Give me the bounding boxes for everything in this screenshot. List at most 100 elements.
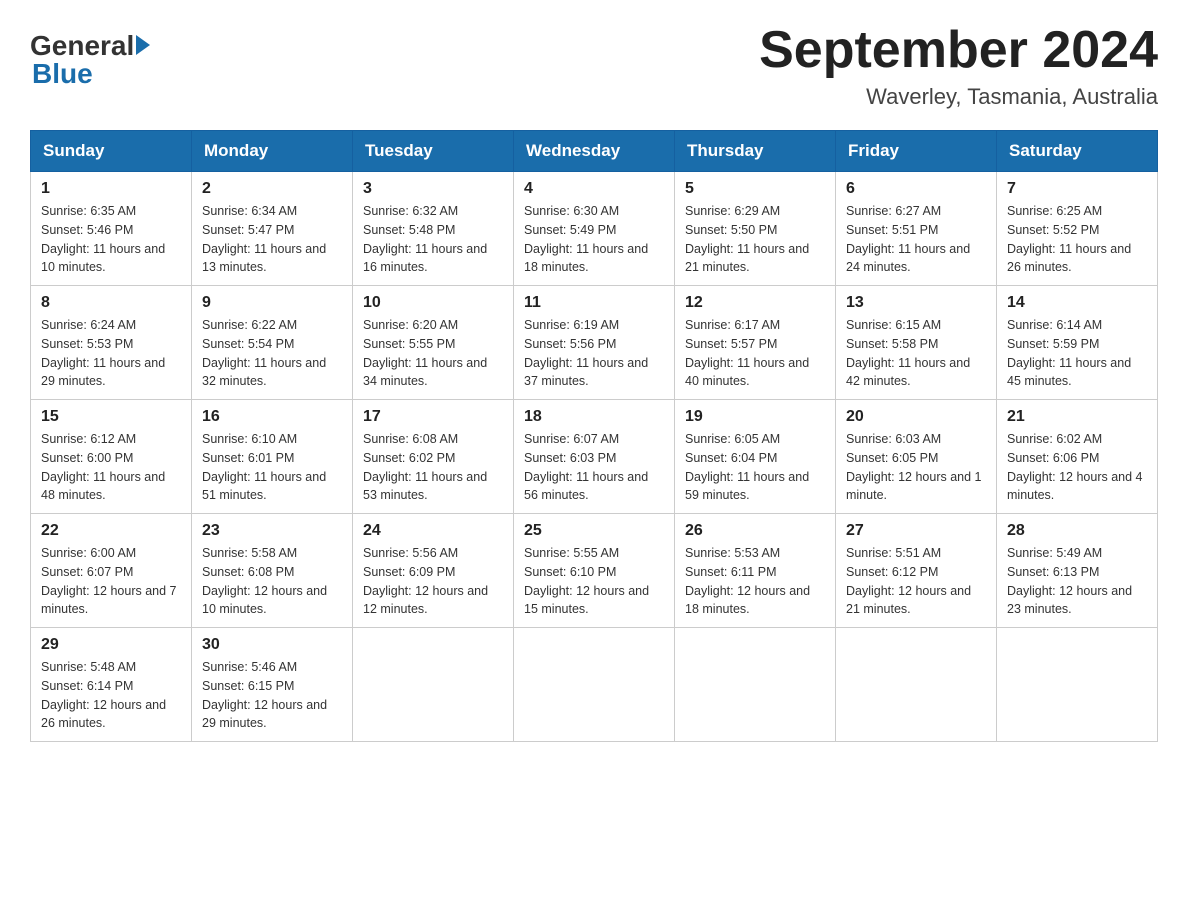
day-info: Sunrise: 6:03 AM Sunset: 6:05 PM Dayligh… xyxy=(846,430,986,505)
day-number: 3 xyxy=(363,180,503,198)
table-row: 29 Sunrise: 5:48 AM Sunset: 6:14 PM Dayl… xyxy=(31,628,192,742)
table-row: 6 Sunrise: 6:27 AM Sunset: 5:51 PM Dayli… xyxy=(836,172,997,286)
day-number: 20 xyxy=(846,408,986,426)
table-row: 2 Sunrise: 6:34 AM Sunset: 5:47 PM Dayli… xyxy=(192,172,353,286)
page-header: General Blue September 2024 Waverley, Ta… xyxy=(30,20,1158,110)
day-number: 27 xyxy=(846,522,986,540)
table-row: 9 Sunrise: 6:22 AM Sunset: 5:54 PM Dayli… xyxy=(192,286,353,400)
header-tuesday: Tuesday xyxy=(353,131,514,172)
day-number: 1 xyxy=(41,180,181,198)
calendar-week-row: 15 Sunrise: 6:12 AM Sunset: 6:00 PM Dayl… xyxy=(31,400,1158,514)
day-number: 9 xyxy=(202,294,342,312)
location-title: Waverley, Tasmania, Australia xyxy=(759,84,1158,110)
day-info: Sunrise: 6:25 AM Sunset: 5:52 PM Dayligh… xyxy=(1007,202,1147,277)
table-row xyxy=(675,628,836,742)
logo: General Blue xyxy=(30,30,150,90)
day-number: 7 xyxy=(1007,180,1147,198)
table-row xyxy=(997,628,1158,742)
calendar-header-row: Sunday Monday Tuesday Wednesday Thursday… xyxy=(31,131,1158,172)
day-number: 25 xyxy=(524,522,664,540)
table-row: 24 Sunrise: 5:56 AM Sunset: 6:09 PM Dayl… xyxy=(353,514,514,628)
header-wednesday: Wednesday xyxy=(514,131,675,172)
calendar-table: Sunday Monday Tuesday Wednesday Thursday… xyxy=(30,130,1158,742)
table-row: 20 Sunrise: 6:03 AM Sunset: 6:05 PM Dayl… xyxy=(836,400,997,514)
day-info: Sunrise: 5:46 AM Sunset: 6:15 PM Dayligh… xyxy=(202,658,342,733)
table-row: 12 Sunrise: 6:17 AM Sunset: 5:57 PM Dayl… xyxy=(675,286,836,400)
day-number: 12 xyxy=(685,294,825,312)
table-row: 11 Sunrise: 6:19 AM Sunset: 5:56 PM Dayl… xyxy=(514,286,675,400)
table-row: 28 Sunrise: 5:49 AM Sunset: 6:13 PM Dayl… xyxy=(997,514,1158,628)
table-row: 13 Sunrise: 6:15 AM Sunset: 5:58 PM Dayl… xyxy=(836,286,997,400)
day-number: 26 xyxy=(685,522,825,540)
day-info: Sunrise: 6:02 AM Sunset: 6:06 PM Dayligh… xyxy=(1007,430,1147,505)
header-saturday: Saturday xyxy=(997,131,1158,172)
table-row: 19 Sunrise: 6:05 AM Sunset: 6:04 PM Dayl… xyxy=(675,400,836,514)
day-number: 21 xyxy=(1007,408,1147,426)
day-info: Sunrise: 6:00 AM Sunset: 6:07 PM Dayligh… xyxy=(41,544,181,619)
month-title: September 2024 xyxy=(759,20,1158,80)
table-row: 1 Sunrise: 6:35 AM Sunset: 5:46 PM Dayli… xyxy=(31,172,192,286)
table-row: 5 Sunrise: 6:29 AM Sunset: 5:50 PM Dayli… xyxy=(675,172,836,286)
table-row: 26 Sunrise: 5:53 AM Sunset: 6:11 PM Dayl… xyxy=(675,514,836,628)
day-number: 5 xyxy=(685,180,825,198)
day-number: 19 xyxy=(685,408,825,426)
table-row: 21 Sunrise: 6:02 AM Sunset: 6:06 PM Dayl… xyxy=(997,400,1158,514)
day-info: Sunrise: 6:30 AM Sunset: 5:49 PM Dayligh… xyxy=(524,202,664,277)
day-number: 30 xyxy=(202,636,342,654)
day-number: 6 xyxy=(846,180,986,198)
day-info: Sunrise: 6:29 AM Sunset: 5:50 PM Dayligh… xyxy=(685,202,825,277)
table-row: 25 Sunrise: 5:55 AM Sunset: 6:10 PM Dayl… xyxy=(514,514,675,628)
day-number: 28 xyxy=(1007,522,1147,540)
table-row xyxy=(514,628,675,742)
day-number: 13 xyxy=(846,294,986,312)
logo-blue-text: Blue xyxy=(32,58,93,90)
table-row: 16 Sunrise: 6:10 AM Sunset: 6:01 PM Dayl… xyxy=(192,400,353,514)
table-row: 3 Sunrise: 6:32 AM Sunset: 5:48 PM Dayli… xyxy=(353,172,514,286)
day-number: 16 xyxy=(202,408,342,426)
day-info: Sunrise: 5:55 AM Sunset: 6:10 PM Dayligh… xyxy=(524,544,664,619)
calendar-week-row: 1 Sunrise: 6:35 AM Sunset: 5:46 PM Dayli… xyxy=(31,172,1158,286)
day-info: Sunrise: 6:15 AM Sunset: 5:58 PM Dayligh… xyxy=(846,316,986,391)
day-info: Sunrise: 6:12 AM Sunset: 6:00 PM Dayligh… xyxy=(41,430,181,505)
table-row: 4 Sunrise: 6:30 AM Sunset: 5:49 PM Dayli… xyxy=(514,172,675,286)
calendar-week-row: 29 Sunrise: 5:48 AM Sunset: 6:14 PM Dayl… xyxy=(31,628,1158,742)
calendar-week-row: 22 Sunrise: 6:00 AM Sunset: 6:07 PM Dayl… xyxy=(31,514,1158,628)
header-thursday: Thursday xyxy=(675,131,836,172)
day-number: 14 xyxy=(1007,294,1147,312)
table-row: 17 Sunrise: 6:08 AM Sunset: 6:02 PM Dayl… xyxy=(353,400,514,514)
day-info: Sunrise: 6:08 AM Sunset: 6:02 PM Dayligh… xyxy=(363,430,503,505)
table-row: 30 Sunrise: 5:46 AM Sunset: 6:15 PM Dayl… xyxy=(192,628,353,742)
day-info: Sunrise: 6:32 AM Sunset: 5:48 PM Dayligh… xyxy=(363,202,503,277)
day-info: Sunrise: 6:24 AM Sunset: 5:53 PM Dayligh… xyxy=(41,316,181,391)
title-area: September 2024 Waverley, Tasmania, Austr… xyxy=(759,20,1158,110)
table-row: 18 Sunrise: 6:07 AM Sunset: 6:03 PM Dayl… xyxy=(514,400,675,514)
day-number: 24 xyxy=(363,522,503,540)
calendar-week-row: 8 Sunrise: 6:24 AM Sunset: 5:53 PM Dayli… xyxy=(31,286,1158,400)
table-row: 27 Sunrise: 5:51 AM Sunset: 6:12 PM Dayl… xyxy=(836,514,997,628)
day-info: Sunrise: 6:05 AM Sunset: 6:04 PM Dayligh… xyxy=(685,430,825,505)
day-number: 2 xyxy=(202,180,342,198)
day-info: Sunrise: 5:49 AM Sunset: 6:13 PM Dayligh… xyxy=(1007,544,1147,619)
logo-arrow-icon xyxy=(136,35,150,55)
header-monday: Monday xyxy=(192,131,353,172)
day-info: Sunrise: 6:14 AM Sunset: 5:59 PM Dayligh… xyxy=(1007,316,1147,391)
day-number: 15 xyxy=(41,408,181,426)
day-number: 8 xyxy=(41,294,181,312)
day-number: 23 xyxy=(202,522,342,540)
day-info: Sunrise: 6:35 AM Sunset: 5:46 PM Dayligh… xyxy=(41,202,181,277)
day-number: 29 xyxy=(41,636,181,654)
table-row: 23 Sunrise: 5:58 AM Sunset: 6:08 PM Dayl… xyxy=(192,514,353,628)
day-number: 4 xyxy=(524,180,664,198)
table-row: 8 Sunrise: 6:24 AM Sunset: 5:53 PM Dayli… xyxy=(31,286,192,400)
table-row: 14 Sunrise: 6:14 AM Sunset: 5:59 PM Dayl… xyxy=(997,286,1158,400)
table-row: 22 Sunrise: 6:00 AM Sunset: 6:07 PM Dayl… xyxy=(31,514,192,628)
table-row: 10 Sunrise: 6:20 AM Sunset: 5:55 PM Dayl… xyxy=(353,286,514,400)
day-info: Sunrise: 5:48 AM Sunset: 6:14 PM Dayligh… xyxy=(41,658,181,733)
table-row: 15 Sunrise: 6:12 AM Sunset: 6:00 PM Dayl… xyxy=(31,400,192,514)
header-sunday: Sunday xyxy=(31,131,192,172)
day-info: Sunrise: 6:10 AM Sunset: 6:01 PM Dayligh… xyxy=(202,430,342,505)
day-info: Sunrise: 6:19 AM Sunset: 5:56 PM Dayligh… xyxy=(524,316,664,391)
day-info: Sunrise: 6:20 AM Sunset: 5:55 PM Dayligh… xyxy=(363,316,503,391)
day-info: Sunrise: 5:56 AM Sunset: 6:09 PM Dayligh… xyxy=(363,544,503,619)
day-info: Sunrise: 6:34 AM Sunset: 5:47 PM Dayligh… xyxy=(202,202,342,277)
